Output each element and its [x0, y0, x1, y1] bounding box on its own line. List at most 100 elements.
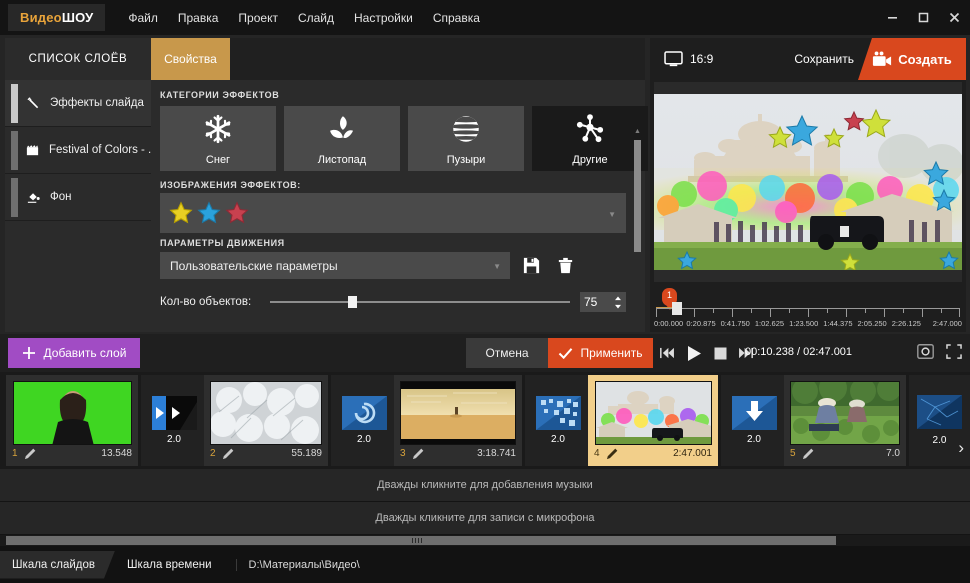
save-project-button[interactable]: Сохранить: [794, 52, 854, 66]
menu-item-settings[interactable]: Настройки: [345, 6, 422, 30]
category-label: Другие: [572, 153, 608, 166]
delete-preset-button[interactable]: [554, 254, 576, 276]
slide-meta: 5 7.0: [790, 447, 900, 460]
action-bar: Добавить слой Отмена Применить 00:10.238…: [0, 334, 970, 372]
create-video-button[interactable]: Создать: [858, 38, 966, 80]
pencil-icon[interactable]: [606, 447, 619, 460]
tab-layers-list[interactable]: СПИСОК СЛОЁВ: [5, 38, 151, 80]
timeline-horizontal-scrollbar[interactable]: [0, 535, 970, 546]
properties-scrollbar[interactable]: ▲ ▼: [633, 128, 642, 368]
scrollbar-thumb[interactable]: [634, 140, 641, 252]
window-controls: [877, 0, 970, 35]
motion-preset-value: Пользовательские параметры: [170, 258, 338, 273]
category-leaf-fall[interactable]: Листопад: [284, 106, 400, 171]
tab-slides-scale[interactable]: Шкала слайдов: [0, 551, 115, 579]
tab-time-scale[interactable]: Шкала времени: [115, 551, 224, 579]
category-other[interactable]: Другие: [532, 106, 648, 171]
slide-left-icon: [151, 396, 197, 430]
tab-properties[interactable]: Свойства: [151, 38, 230, 80]
microphone-track[interactable]: Дважды кликните для записи с микрофона: [0, 502, 970, 535]
effect-images-selector[interactable]: ▼: [160, 193, 626, 233]
leaves-icon: [325, 112, 359, 151]
minimize-button[interactable]: [877, 0, 908, 35]
slide-number: 3: [400, 448, 406, 459]
layer-item-festival-of-colors[interactable]: Festival of Colors - ...: [5, 127, 158, 174]
transition-duration: 2.0: [357, 434, 371, 445]
timeline-slide-2[interactable]: 2 55.189: [204, 375, 328, 466]
layer-label: Festival of Colors - ...: [49, 144, 158, 156]
pencil-icon[interactable]: [24, 447, 37, 460]
time-ruler[interactable]: [656, 308, 960, 317]
ruler-tick-8: 2:47.000: [932, 319, 962, 328]
video-camera-icon: [873, 51, 892, 66]
timeline-slide-5[interactable]: 5 7.0: [784, 375, 906, 466]
menu-item-help[interactable]: Справка: [424, 6, 489, 30]
effect-categories-label: КАТЕГОРИИ ЭФФЕКТОВ: [160, 90, 280, 100]
motion-preset-select[interactable]: Пользовательские параметры ▼: [160, 252, 510, 279]
music-track[interactable]: Дважды кликните для добавления музыки: [0, 469, 970, 502]
fullscreen-icon[interactable]: [946, 344, 962, 364]
layer-item-slide-effects[interactable]: Эффекты слайда: [5, 80, 151, 127]
object-count-stepper[interactable]: 75: [580, 292, 626, 312]
object-count-value: 75: [584, 295, 598, 309]
menu-item-edit[interactable]: Правка: [169, 6, 228, 30]
film-clip-icon: [25, 142, 40, 158]
scrollbar-grip[interactable]: [412, 538, 424, 543]
ruler-tick-6: 2:05.250: [857, 319, 887, 328]
chevron-down-icon[interactable]: ▼: [493, 262, 501, 271]
skip-previous-icon[interactable]: [660, 347, 674, 359]
camera-icon[interactable]: [917, 344, 934, 364]
layer-drag-handle[interactable]: [11, 178, 18, 217]
timeline-transition-4[interactable]: 2.0: [721, 375, 787, 466]
menu-item-slide[interactable]: Слайд: [289, 6, 343, 30]
aspect-ratio-control[interactable]: 16:9: [664, 51, 713, 67]
timeline-slide-3[interactable]: 3 3:18.741: [394, 375, 522, 466]
add-layer-button[interactable]: Добавить слой: [8, 338, 140, 368]
timeline-transition-3[interactable]: 2.0: [525, 375, 591, 466]
timeline-slide-1[interactable]: 1 13.548: [6, 375, 138, 466]
properties-panel: КАТЕГОРИИ ЭФФЕКТОВ Снег Листопад Пузыри …: [151, 80, 648, 368]
layer-drag-handle[interactable]: [11, 131, 18, 170]
category-snow[interactable]: Снег: [160, 106, 276, 171]
menu-item-file[interactable]: Файл: [119, 6, 167, 30]
save-preset-button[interactable]: [520, 254, 542, 276]
stop-icon[interactable]: [714, 347, 727, 360]
chevron-down-icon[interactable]: ▼: [608, 210, 616, 219]
scrubber-handle[interactable]: [672, 302, 682, 315]
slide-timeline[interactable]: 1 13.548 2.0 2 55.189 2.0 3 3:18.741 2.0…: [0, 372, 970, 469]
pencil-icon[interactable]: [802, 447, 815, 460]
layer-item-background[interactable]: Фон: [5, 174, 151, 221]
slide-thumbnail: [400, 381, 516, 445]
preview-header: 16:9 Сохранить Создать: [650, 38, 966, 80]
add-layer-label: Добавить слой: [43, 346, 127, 360]
slide-duration: 2:47.001: [673, 448, 712, 459]
timeline-transition-1[interactable]: 2.0: [141, 375, 207, 466]
scroll-up-icon[interactable]: ▲: [633, 128, 642, 135]
pencil-icon[interactable]: [222, 447, 235, 460]
preview-stage[interactable]: [654, 82, 962, 282]
preview-scrubber[interactable]: 1 0:00.000 0:20.875 0:41.750 1:02.625 1:…: [654, 288, 962, 330]
yellow-star-icon: [169, 201, 193, 224]
play-icon[interactable]: [686, 345, 702, 362]
category-bubbles[interactable]: Пузыри: [408, 106, 524, 171]
ruler-labels: 0:00.000 0:20.875 0:41.750 1:02.625 1:23…: [654, 319, 962, 328]
slide-thumbnail: [790, 381, 900, 445]
slider-thumb[interactable]: [348, 296, 357, 308]
timeline-transition-5[interactable]: 2.0 ›: [909, 375, 970, 466]
tab-row-filler: [230, 38, 645, 80]
transition-duration: 2.0: [747, 434, 761, 445]
music-track-hint: Дважды кликните для добавления музыки: [377, 479, 593, 491]
object-count-slider[interactable]: [270, 296, 570, 308]
close-button[interactable]: [939, 0, 970, 35]
menu-item-project[interactable]: Проект: [229, 6, 287, 30]
project-path-label: D:\Материалы\Видео\: [235, 558, 360, 571]
timeline-transition-2[interactable]: 2.0: [331, 375, 397, 466]
cancel-button[interactable]: Отмена: [466, 338, 548, 368]
maximize-button[interactable]: [908, 0, 939, 35]
apply-button[interactable]: Применить: [548, 338, 653, 368]
timeline-slide-4[interactable]: 4 2:47.001: [588, 375, 718, 466]
plus-icon: [22, 347, 35, 359]
pencil-icon[interactable]: [412, 447, 425, 460]
timeline-next-button[interactable]: ›: [958, 438, 964, 458]
layer-drag-handle[interactable]: [11, 84, 18, 123]
